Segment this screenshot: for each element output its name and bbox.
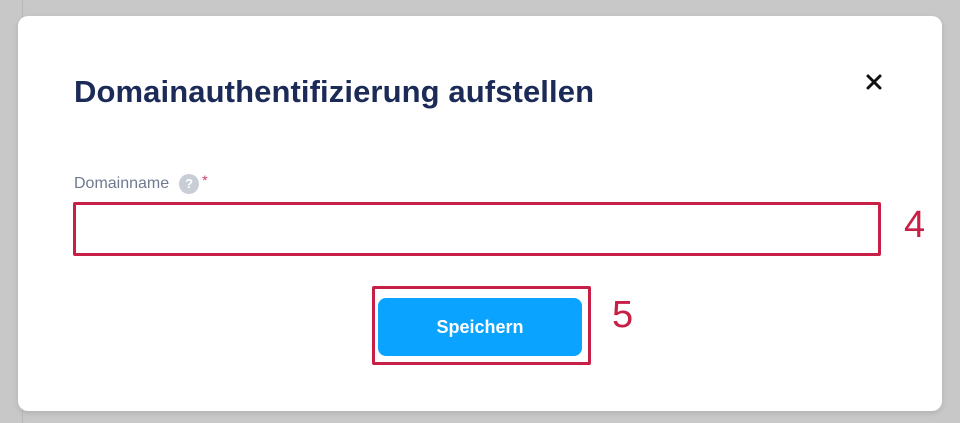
close-button[interactable] (860, 68, 888, 96)
annotation-box-input (73, 202, 881, 256)
question-circle-icon[interactable]: ? (179, 174, 200, 194)
annotation-label-4: 4 (904, 204, 926, 246)
dialog-title: Domainauthentifizierung aufstellen (74, 74, 595, 109)
domain-auth-dialog: Domainauthentifizierung aufstellen Domai… (18, 16, 942, 411)
close-icon (866, 74, 882, 90)
required-marker: * (202, 172, 208, 188)
domain-field-label: Domainname (74, 175, 170, 192)
domain-name-input[interactable] (79, 208, 875, 250)
annotation-label-5: 5 (612, 294, 634, 336)
save-button[interactable]: Speichern (378, 298, 582, 356)
domain-field-label-row: Domainname ? * (74, 172, 208, 195)
